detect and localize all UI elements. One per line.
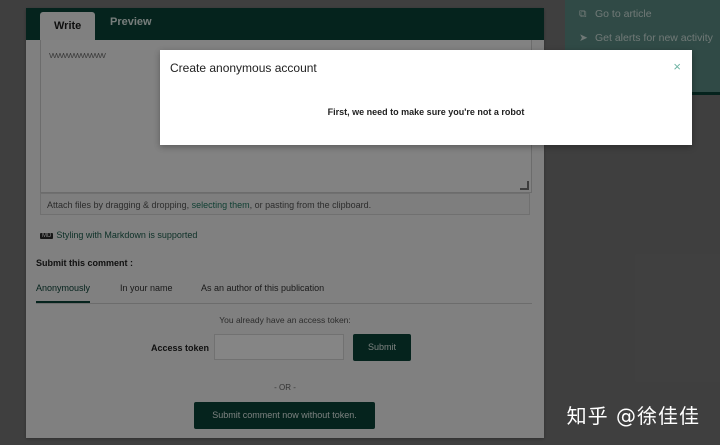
robot-check-message: First, we need to make sure you're not a… [327,107,525,117]
watermark: 知乎 @徐佳佳 [566,404,700,428]
modal-title: Create anonymous account [170,61,317,75]
close-icon[interactable]: × [673,59,681,74]
anonymous-account-modal: Create anonymous account × First, we nee… [160,50,692,145]
